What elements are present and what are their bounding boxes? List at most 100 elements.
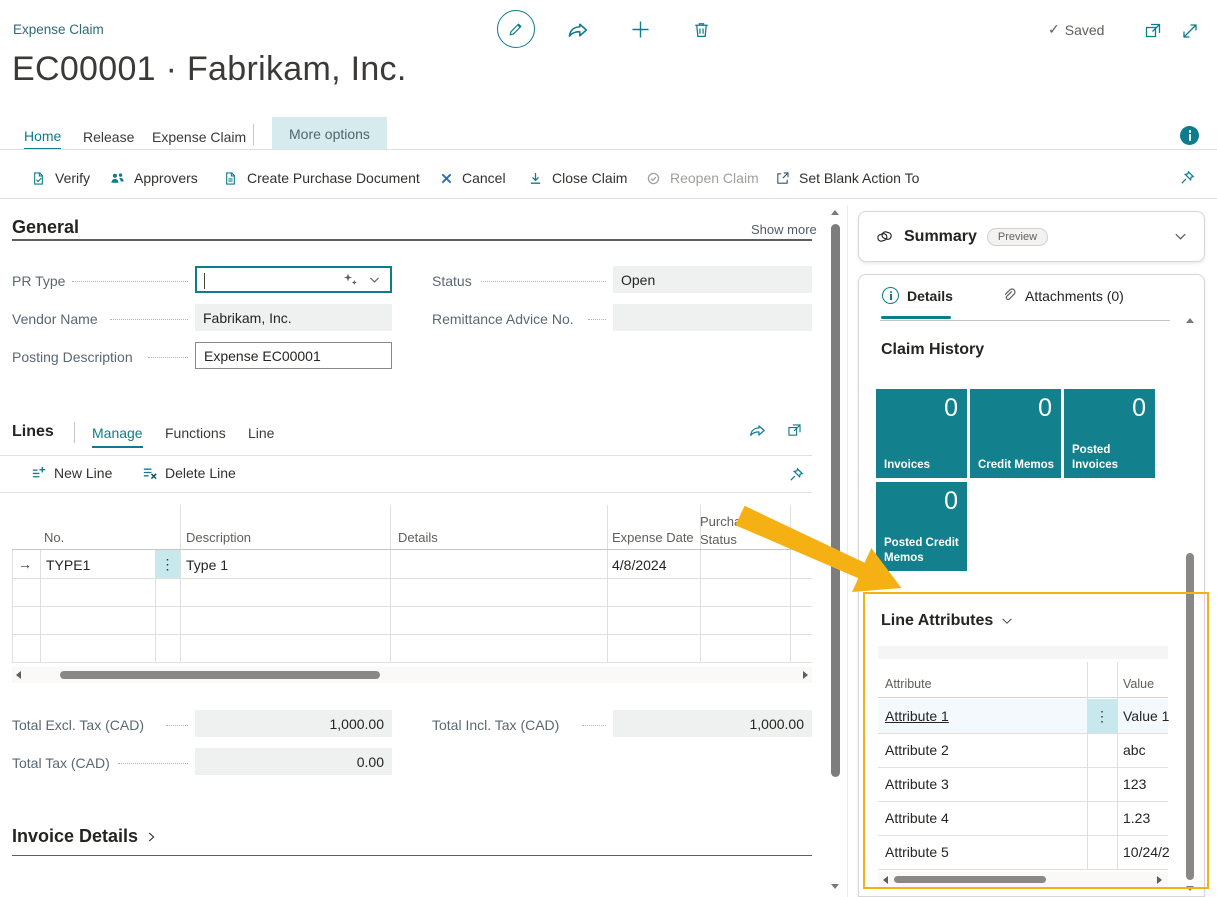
close-claim-button[interactable]: Close Claim <box>527 164 627 192</box>
pin-icon[interactable] <box>1178 168 1197 187</box>
main-scroll-up-icon[interactable] <box>831 210 839 215</box>
main-scroll-down-icon[interactable] <box>831 884 839 889</box>
tile-credit-memos[interactable]: 0 Credit Memos <box>970 389 1061 478</box>
show-more-link[interactable]: Show more <box>751 222 817 237</box>
edit-button[interactable] <box>497 10 535 48</box>
attr-col-header[interactable]: Attribute <box>885 677 932 691</box>
cancel-button[interactable]: Cancel <box>439 164 506 192</box>
paperclip-icon <box>1000 287 1017 304</box>
total-tax-value: 0.00 <box>195 748 392 775</box>
add-icon[interactable] <box>629 18 652 41</box>
lines-tab-line[interactable]: Line <box>248 425 274 446</box>
create-purchase-document-button[interactable]: Create Purchase Document <box>222 164 420 192</box>
attr-hscrollbar[interactable] <box>878 872 1168 888</box>
tab-expense-claim[interactable]: Expense Claim <box>152 123 246 150</box>
lines-hscrollbar[interactable] <box>12 667 812 683</box>
purchase-document-icon <box>222 170 239 187</box>
new-line-button[interactable]: New Line <box>30 464 112 481</box>
sparkle-icon <box>343 272 359 288</box>
remittance-advice-field <box>613 304 812 331</box>
claim-history-title: Claim History <box>881 341 984 359</box>
tile-invoices[interactable]: 0 Invoices <box>876 389 967 478</box>
verify-icon <box>30 170 47 187</box>
delete-line-button[interactable]: Delete Line <box>141 464 236 481</box>
attr-value-3[interactable]: 123 <box>1123 776 1169 792</box>
general-section-title: General <box>12 217 79 238</box>
panel-scroll-up-icon[interactable] <box>1186 318 1194 323</box>
cell-description[interactable]: Type 1 <box>186 557 228 573</box>
scroll-left-icon[interactable] <box>16 671 21 679</box>
vendor-name-label: Vendor Name <box>12 311 98 327</box>
approvers-button[interactable]: Approvers <box>109 164 198 192</box>
approvers-icon <box>109 170 126 187</box>
attr-value-5[interactable]: 10/24/2 <box>1123 844 1169 860</box>
open-in-window-icon[interactable] <box>1143 21 1163 41</box>
summary-chevron-icon[interactable] <box>1173 229 1188 244</box>
lines-hscroll-thumb[interactable] <box>60 671 380 679</box>
set-blank-action-button[interactable]: Set Blank Action To <box>774 164 919 192</box>
attachments-tab-label: Attachments (0) <box>1025 288 1124 304</box>
copilot-icon <box>875 227 894 246</box>
tab-more-options[interactable]: More options <box>272 117 387 150</box>
attr-row-4[interactable]: Attribute 4 <box>885 810 949 826</box>
tab-details[interactable]: Details <box>882 287 953 304</box>
attr-hscroll-thumb[interactable] <box>894 876 1046 883</box>
chevron-right-icon <box>144 830 158 844</box>
lines-popout-icon[interactable] <box>786 422 803 439</box>
col-header-description[interactable]: Description <box>186 530 251 545</box>
attr-row-menu-button[interactable]: ⋮ <box>1087 699 1117 733</box>
tab-release[interactable]: Release <box>83 123 134 150</box>
close-claim-icon <box>527 170 544 187</box>
set-blank-icon <box>774 170 791 187</box>
attr-row-1[interactable]: Attribute 1 <box>885 708 949 724</box>
total-incl-tax-label: Total Incl. Tax (CAD) <box>432 717 559 733</box>
main-vscroll-thumb[interactable] <box>831 224 840 777</box>
lines-share-icon[interactable] <box>748 421 767 440</box>
panel-vscroll-thumb[interactable] <box>1186 553 1194 880</box>
reopen-claim-button[interactable]: Reopen Claim <box>645 164 759 192</box>
attr-row-5[interactable]: Attribute 5 <box>885 844 949 860</box>
attr-row-3[interactable]: Attribute 3 <box>885 776 949 792</box>
resize-icon[interactable] <box>1180 21 1200 41</box>
info-icon[interactable] <box>1180 126 1199 145</box>
breadcrumb[interactable]: Expense Claim <box>13 22 104 37</box>
checkmark-icon: ✓ <box>1048 21 1060 38</box>
col-header-no[interactable]: No. <box>44 530 64 545</box>
new-line-label: New Line <box>54 465 112 481</box>
invoice-details-section[interactable]: Invoice Details <box>12 826 158 847</box>
attr-value-2[interactable]: abc <box>1123 742 1169 758</box>
col-header-purchase-status[interactable]: Purchase Status <box>700 513 758 548</box>
panel-scroll-down-icon[interactable] <box>1186 886 1194 891</box>
tile-posted-credit-memos[interactable]: 0 Posted Credit Memos <box>876 482 967 571</box>
scroll-left-icon[interactable] <box>883 876 888 884</box>
attr-value-4[interactable]: 1.23 <box>1123 810 1169 826</box>
tab-attachments[interactable]: Attachments (0) <box>1000 287 1124 304</box>
posting-description-label: Posting Description <box>12 349 133 365</box>
cell-expense-date[interactable]: 4/8/2024 <box>612 557 667 573</box>
lines-pin-icon[interactable] <box>787 465 806 484</box>
delete-icon[interactable] <box>691 19 712 40</box>
lines-tab-manage[interactable]: Manage <box>92 425 143 448</box>
col-header-expense-date[interactable]: Expense Date <box>612 530 694 545</box>
scroll-right-icon[interactable] <box>1157 876 1162 884</box>
lines-tab-functions[interactable]: Functions <box>165 425 226 446</box>
verify-button[interactable]: Verify <box>30 164 90 192</box>
col-header-details[interactable]: Details <box>398 530 438 545</box>
scroll-right-icon[interactable] <box>803 671 808 679</box>
value-col-header[interactable]: Value <box>1123 677 1154 691</box>
chevron-down-icon <box>1000 614 1014 628</box>
share-icon[interactable] <box>566 18 590 42</box>
tile-posted-invoices[interactable]: 0 Posted Invoices <box>1064 389 1155 478</box>
cell-no[interactable]: TYPE1 <box>46 557 90 573</box>
row-menu-button[interactable]: ⋮ <box>155 550 180 578</box>
tab-home[interactable]: Home <box>24 123 61 150</box>
line-attributes-title[interactable]: Line Attributes <box>881 612 1014 630</box>
attr-value-1[interactable]: Value 1 <box>1123 708 1169 724</box>
verify-label: Verify <box>55 170 90 186</box>
chevron-down-icon[interactable] <box>368 273 381 286</box>
attr-row-2[interactable]: Attribute 2 <box>885 742 949 758</box>
pr-type-field[interactable] <box>195 266 392 293</box>
posting-description-field[interactable]: Expense EC00001 <box>195 342 392 369</box>
delete-line-icon <box>141 464 158 481</box>
expense-claim-window: Expense Claim EC00001 · Fabrikam, Inc. ✓… <box>0 0 1217 897</box>
